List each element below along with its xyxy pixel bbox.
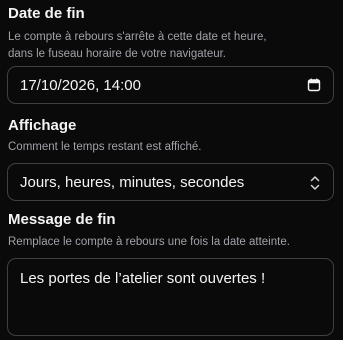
- end-message-description: Remplace le compte à rebours une fois la…: [8, 236, 290, 248]
- end-message-textarea[interactable]: Les portes de l’atelier sont ouvertes !: [7, 258, 334, 336]
- chevron-up-down-icon[interactable]: [308, 174, 322, 192]
- end-date-value[interactable]: 17/10/2026, 14:00: [20, 77, 141, 94]
- end-message-label: Message de fin: [8, 211, 116, 228]
- end-message-value[interactable]: Les portes de l’atelier sont ouvertes !: [20, 270, 265, 287]
- calendar-icon[interactable]: [307, 78, 321, 92]
- display-description: Comment le temps restant est affiché.: [8, 141, 202, 153]
- end-date-description: Le compte à rebours s'arrête à cette dat…: [8, 29, 338, 63]
- display-select[interactable]: Jours, heures, minutes, secondes: [7, 163, 334, 201]
- end-date-input[interactable]: 17/10/2026, 14:00: [7, 66, 334, 104]
- display-label: Affichage: [8, 117, 77, 134]
- end-date-description-line-1: Le compte à rebours s'arrête à cette dat…: [8, 31, 267, 43]
- end-date-description-line-2: dans le fuseau horaire de votre navigate…: [8, 48, 227, 60]
- display-selected-value[interactable]: Jours, heures, minutes, secondes: [20, 174, 244, 191]
- end-date-label: Date de fin: [8, 5, 85, 22]
